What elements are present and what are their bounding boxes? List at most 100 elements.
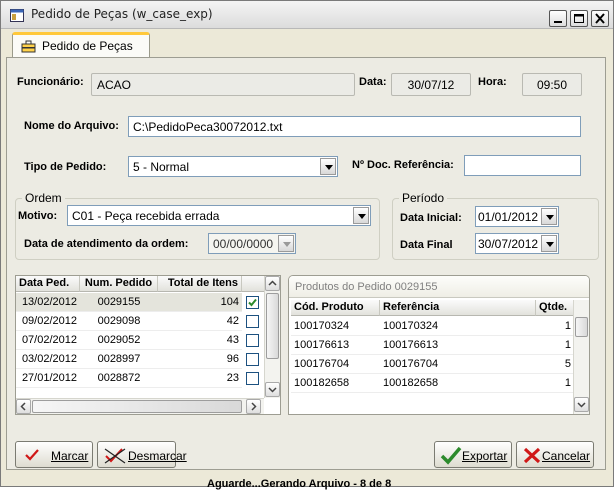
scroll-down-button[interactable] [574,397,589,412]
cell-num: 0029098 [80,312,158,331]
chevron-down-icon[interactable] [541,235,557,252]
data-atendimento-label: Data de atendimento da ordem: [24,238,189,250]
pedidos-vscrollbar[interactable] [264,276,280,398]
scroll-thumb[interactable] [575,317,588,337]
cell-num: 0029155 [97,296,141,308]
data-inicial-select[interactable]: 01/01/2012 [475,206,559,227]
data-final-select[interactable]: 30/07/2012 [475,233,559,254]
cancelar-button[interactable]: Cancelar [516,441,594,468]
cell-total: 42 [158,312,242,331]
cell-qtde: 1 [536,317,574,336]
col-qtde[interactable]: Qtde. [536,300,574,316]
status-message: Aguarde...Gerando Arquivo - 8 de 8 [207,478,392,490]
hora-field: 09:50 [522,73,582,96]
desmarcar-button[interactable]: Desmarcar [97,441,187,468]
close-button[interactable] [591,10,609,27]
col-num-pedido[interactable]: Num. Pedido [80,276,158,292]
tab-pedido-de-pecas[interactable]: Pedido de Peças [12,32,150,59]
cell-ref: 100176613 [380,336,536,355]
checkmark-icon [248,298,257,307]
scroll-up-button[interactable] [265,276,280,291]
form-panel: Funcionário: ACAO Data: 30/07/12 Hora: 0… [6,57,606,490]
chevron-right-icon [251,402,257,411]
cell-qtde: 5 [536,355,574,374]
tipo-pedido-select[interactable]: 5 - Normal [128,156,338,177]
chevron-down-icon [577,402,586,408]
chevron-down-icon[interactable] [541,208,557,225]
marcar-button[interactable]: Marcar [15,441,93,468]
toolbox-icon [21,40,36,53]
data-label: Data: [359,76,387,88]
doc-referencia-input[interactable] [464,155,581,176]
nome-arquivo-input[interactable]: C:\PedidoPeca30072012.txt [128,116,581,137]
data-atendimento-value: 00/00/0000 [213,237,274,251]
chevron-down-icon[interactable] [353,207,369,224]
data-field: 30/07/12 [391,73,471,96]
produtos-title: Produtos do Pedido 0029155 [289,276,589,298]
row-checkbox[interactable] [246,372,259,385]
row-checkbox[interactable] [246,296,259,309]
cell-cod: 100182658 [291,374,380,393]
data-final-value: 30/07/2012 [478,237,539,251]
nome-arquivo-label: Nome do Arquivo: [24,120,119,132]
funcionario-field: ACAO [91,73,355,96]
row-checkbox[interactable] [246,315,259,328]
window-title: Pedido de Peças (w_case_exp) [31,7,213,21]
cell-total: 43 [158,331,242,350]
chevron-down-icon[interactable] [278,235,294,252]
hora-label: Hora: [478,76,507,88]
tipo-pedido-value: 5 - Normal [133,160,190,174]
cell-data: 13/02/2012 [21,296,77,308]
cell-data: 09/02/2012 [16,312,80,331]
row-checkbox[interactable] [246,334,259,347]
cell-num: 0028872 [80,369,158,388]
scroll-left-button[interactable] [16,399,31,414]
scroll-thumb[interactable] [32,400,242,413]
chevron-up-icon [268,280,277,286]
col-total-itens[interactable]: Total de Itens [158,276,242,292]
cell-ref: 100182658 [380,374,536,393]
funcionario-label: Funcionário: [17,76,84,88]
exportar-label: Exportar [462,449,508,463]
scroll-thumb[interactable] [266,293,279,359]
cell-cod: 100176613 [291,336,380,355]
doc-referencia-label: Nº Doc. Referência: [352,159,454,171]
cell-cod: 100170324 [291,317,380,336]
motivo-select[interactable]: C01 - Peça recebida errada [67,205,371,226]
tab-label: Pedido de Peças [42,39,133,53]
maximize-button[interactable] [570,10,588,27]
data-atendimento-select[interactable]: 00/00/0000 [208,233,296,254]
motivo-value: C01 - Peça recebida errada [72,209,220,223]
col-cod-produto[interactable]: Cód. Produto [291,300,380,316]
cell-num: 0029052 [80,331,158,350]
col-check[interactable] [242,276,266,292]
title-bar[interactable]: Pedido de Peças (w_case_exp) [1,1,613,29]
cell-qtde: 1 [536,374,574,393]
marcar-label: Marcar [51,449,89,463]
cell-num: 0028997 [80,350,158,369]
produtos-vscrollbar[interactable] [573,300,589,414]
exportar-button[interactable]: Exportar [434,441,512,468]
chevron-down-icon[interactable] [320,158,336,175]
scroll-down-button[interactable] [265,382,280,397]
chevron-down-icon [268,387,277,393]
scroll-right-button[interactable] [246,399,261,414]
data-inicial-value: 01/01/2012 [478,210,539,224]
data-inicial-label: Data Inicial: [400,212,462,224]
main-window: Pedido de Peças (w_case_exp) Pedido de P… [0,0,614,490]
cancelar-label: Cancelar [542,449,591,463]
cell-ref: 100176704 [380,355,536,374]
checkmark-icon [25,449,39,461]
col-referencia[interactable]: Referência [380,300,536,316]
checkmark-icon [440,446,462,465]
chevron-left-icon [20,402,26,411]
pedidos-grid[interactable]: Data Ped. Num. Pedido Total de Itens 13/… [15,275,281,415]
pedidos-hscrollbar[interactable] [16,398,264,414]
col-data-ped[interactable]: Data Ped. [16,276,80,292]
minimize-button[interactable] [549,10,567,27]
row-checkbox[interactable] [246,353,259,366]
cell-qtde: 1 [536,336,574,355]
cell-data: 07/02/2012 [16,331,80,350]
data-final-label: Data Final [400,239,453,251]
app-window-icon [10,9,24,22]
